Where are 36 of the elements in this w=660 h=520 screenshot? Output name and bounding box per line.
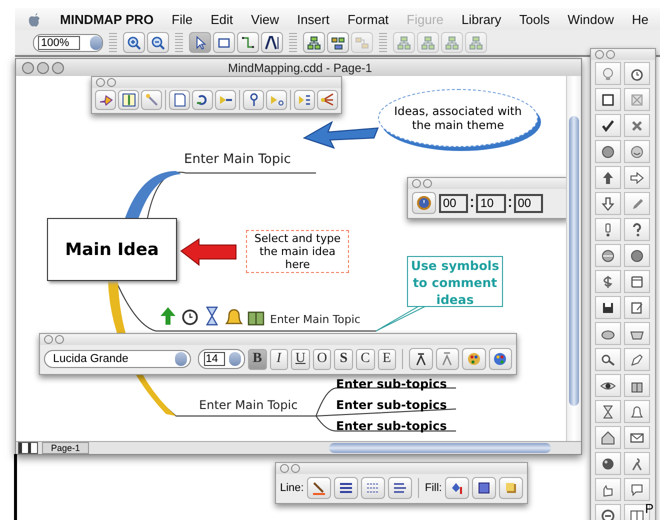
- menu-item[interactable]: View: [251, 12, 279, 26]
- edge-text: P: [645, 501, 654, 516]
- time-field[interactable]: 00: [439, 194, 468, 212]
- topic-label[interactable]: Enter Main Topic: [270, 313, 360, 326]
- fill-label: Fill:: [424, 482, 442, 494]
- subtopic-label[interactable]: Enter sub-topics: [336, 376, 447, 392]
- subtopic-label[interactable]: Enter sub-topics: [336, 418, 447, 434]
- page-tab[interactable]: Page-1: [42, 442, 90, 454]
- text-style-button[interactable]: I: [270, 348, 288, 370]
- text-style-button[interactable]: B: [248, 348, 267, 370]
- zoom-dropdown[interactable]: 100%: [33, 34, 103, 52]
- main-idea-node[interactable]: Main Idea: [47, 218, 177, 281]
- font-size-dropdown[interactable]: 14: [198, 349, 245, 369]
- text-style-button[interactable]: C: [356, 348, 375, 370]
- app-name[interactable]: MINDMAP PRO: [60, 12, 154, 26]
- menu-item[interactable]: Edit: [210, 12, 234, 26]
- text-style-button[interactable]: S: [334, 348, 353, 370]
- menu-item[interactable]: He: [632, 12, 648, 26]
- subtopic-label[interactable]: Enter sub-topics: [336, 397, 447, 413]
- time-field[interactable]: 00: [514, 194, 544, 212]
- time-field[interactable]: 10: [476, 194, 506, 212]
- topic-label[interactable]: Enter Main Topic: [199, 398, 298, 412]
- text-style-button[interactable]: O: [312, 348, 332, 370]
- callout[interactable]: Select and type the main idea here: [246, 230, 349, 273]
- line-label: Line:: [280, 482, 304, 494]
- menu-item[interactable]: Format: [347, 12, 389, 26]
- menu-item[interactable]: File: [172, 12, 193, 26]
- menu-item[interactable]: Tools: [519, 12, 550, 26]
- text-style-button[interactable]: U: [291, 348, 310, 370]
- window-title: MindMapping.cdd - Page-1: [226, 60, 374, 74]
- menu-item[interactable]: Insert: [296, 12, 330, 26]
- menu-item[interactable]: Window: [568, 12, 614, 26]
- font-dropdown[interactable]: Lucida Grande: [44, 350, 191, 368]
- text-style-button[interactable]: E: [378, 348, 396, 370]
- menu-item[interactable]: Library: [462, 12, 502, 26]
- topic-label[interactable]: Enter Main Topic: [184, 152, 291, 167]
